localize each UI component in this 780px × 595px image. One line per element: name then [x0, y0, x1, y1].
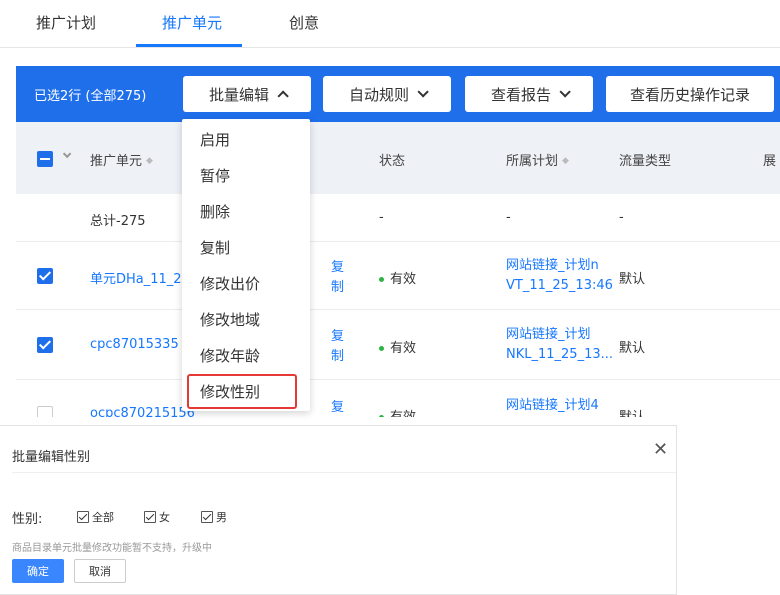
tab-plans[interactable]: 推广计划 — [36, 12, 96, 33]
plan-link[interactable]: 网站链接_计划n VT_11_25_13:46 — [506, 256, 613, 296]
chevron-down-icon — [559, 86, 571, 98]
status-cell: 有效 — [379, 337, 416, 356]
menu-item-edit-region[interactable]: 修改地域 — [200, 309, 260, 330]
chevron-up-icon — [277, 90, 289, 102]
view-report-label: 查看报告 — [490, 85, 551, 104]
table-row: 单元DHa_11_25 复制 有效 网站链接_计划n VT_11_25_13:46… — [16, 242, 780, 310]
close-icon[interactable]: ✕ — [653, 441, 668, 459]
copy-link[interactable]: 复 — [331, 396, 344, 415]
dialog-divider — [12, 472, 676, 473]
traffic-cell: 默认 — [619, 406, 645, 417]
batch-action-bar: 已选2行 (全部275) 批量编辑 自动规则 查看报告 查看历史操作记录 — [16, 66, 780, 122]
checkbox-checked-icon — [77, 511, 89, 523]
total-traffic: - — [619, 210, 624, 225]
unit-name-link[interactable]: 单元DHa_11_25 — [90, 268, 190, 287]
tab-creatives[interactable]: 创意 — [289, 12, 319, 33]
confirm-button[interactable]: 确定 — [12, 559, 64, 583]
auto-rules-label: 自动规则 — [348, 85, 409, 104]
units-table: 推广单元 ◆ 状态 所属计划 ◆ 流量类型 展 总计-275 - - - 单元DHa… — [16, 122, 780, 417]
status-dot-icon — [379, 277, 384, 282]
status-dot-icon — [379, 415, 384, 417]
traffic-cell: 默认 — [619, 341, 646, 356]
checkbox-checked-icon — [144, 511, 156, 523]
copy-link[interactable]: 复制 — [331, 327, 345, 367]
table-row: ocpc870215156 复 有效 网站链接_计划4 默认 — [16, 380, 780, 417]
active-tab-indicator — [136, 44, 242, 47]
traffic-cell: 默认 — [619, 272, 646, 287]
table-row: cpc87015335 复制 有效 网站链接_计划 NKL_11_25_13...… — [16, 310, 780, 380]
gender-option-all[interactable]: 全部 — [77, 509, 114, 525]
header-unit[interactable]: 推广单元 ◆ — [90, 150, 153, 169]
batch-edit-button[interactable]: 批量编辑 — [183, 76, 311, 112]
sort-icon: ◆ — [562, 156, 569, 166]
gender-label: 性别: — [12, 512, 43, 527]
tab-units[interactable]: 推广单元 — [162, 12, 222, 33]
tab-bar: 推广计划 推广单元 创意 — [0, 0, 780, 48]
status-dot-icon — [379, 346, 384, 351]
batch-edit-gender-dialog: 批量编辑性别 ✕ 性别: 全部 女 男 商品目录单元批量修改功能暂不支持，升级中… — [0, 425, 677, 595]
gender-option-female[interactable]: 女 — [144, 509, 170, 525]
batch-edit-menu: 启用 暂停 删除 复制 修改出价 修改地域 修改年龄 修改性别 — [182, 119, 310, 411]
menu-item-copy[interactable]: 复制 — [200, 237, 230, 258]
menu-item-edit-age[interactable]: 修改年龄 — [200, 345, 260, 366]
status-cell: 有效 — [379, 406, 416, 417]
plan-link[interactable]: 网站链接_计划 NKL_11_25_13... — [506, 325, 613, 365]
chevron-down-icon[interactable] — [62, 149, 72, 159]
header-traffic: 流量类型 — [619, 154, 672, 169]
gender-option-male[interactable]: 男 — [201, 509, 227, 525]
total-label: 总计-275 — [90, 214, 146, 229]
header-more: 展 — [763, 154, 777, 169]
auto-rules-button[interactable]: 自动规则 — [323, 76, 451, 112]
total-plan: - — [506, 210, 511, 225]
chevron-down-icon — [417, 86, 429, 98]
highlight-box — [187, 374, 297, 409]
menu-item-delete[interactable]: 删除 — [200, 201, 230, 222]
row-checkbox[interactable] — [37, 337, 53, 353]
table-total-row: 总计-275 - - - — [16, 194, 780, 242]
total-status: - — [379, 210, 384, 225]
table-header: 推广单元 ◆ 状态 所属计划 ◆ 流量类型 展 — [16, 122, 780, 194]
status-cell: 有效 — [379, 268, 416, 287]
cancel-button[interactable]: 取消 — [74, 559, 126, 583]
unit-name-link[interactable]: cpc87015335 — [90, 337, 179, 352]
history-button[interactable]: 查看历史操作记录 — [606, 76, 774, 112]
batch-edit-label: 批量编辑 — [208, 85, 269, 104]
history-label: 查看历史操作记录 — [629, 85, 750, 104]
header-plan[interactable]: 所属计划 ◆ — [506, 150, 569, 169]
row-checkbox[interactable] — [37, 406, 53, 417]
menu-item-enable[interactable]: 启用 — [200, 129, 230, 150]
header-status: 状态 — [379, 154, 406, 169]
selection-count: 已选2行 (全部275) — [34, 89, 147, 104]
select-all-checkbox[interactable] — [37, 151, 53, 167]
menu-item-edit-bid[interactable]: 修改出价 — [200, 273, 260, 294]
dialog-title: 批量编辑性别 — [12, 450, 91, 465]
view-report-button[interactable]: 查看报告 — [465, 76, 593, 112]
menu-item-pause[interactable]: 暂停 — [200, 165, 230, 186]
plan-link[interactable]: 网站链接_计划4 — [506, 394, 599, 413]
copy-link[interactable]: 复制 — [331, 258, 345, 298]
row-checkbox[interactable] — [37, 268, 53, 284]
dialog-hint: 商品目录单元批量修改功能暂不支持，升级中 — [12, 543, 212, 554]
unit-name-link[interactable]: ocpc870215156 — [90, 406, 195, 417]
checkbox-checked-icon — [201, 511, 213, 523]
sort-icon: ◆ — [146, 156, 153, 166]
